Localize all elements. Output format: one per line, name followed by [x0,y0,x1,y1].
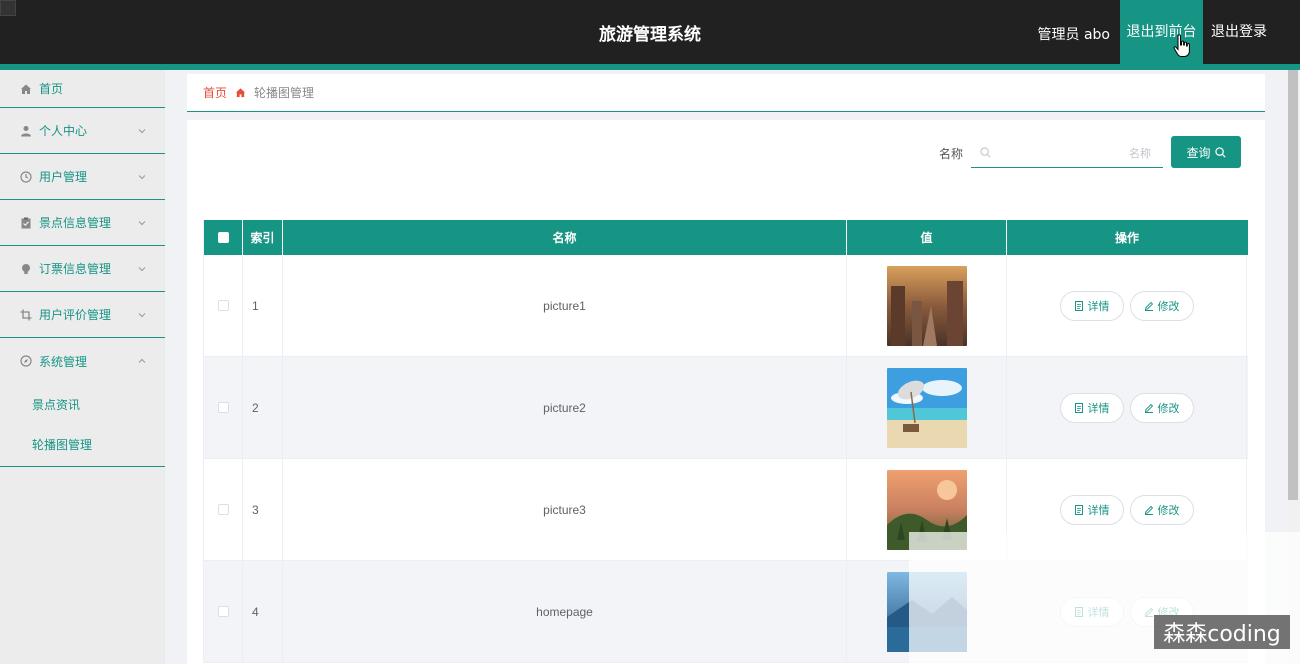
document-icon [1074,402,1083,413]
breadcrumb-home-link[interactable]: 首页 [203,84,227,101]
row-index: 4 [243,561,283,662]
edit-button-label: 修改 [1157,299,1180,313]
search-label: 名称 [939,147,964,161]
row-image-cell [847,255,1007,356]
row-select-cell [203,561,243,662]
detail-button[interactable]: 详情 [1059,290,1124,321]
sidebar-item-home[interactable]: 首页 [0,70,165,108]
header-index: 索引 [243,220,283,255]
row-name: picture1 [283,255,847,356]
row-checkbox[interactable] [217,606,229,617]
system-submenu: 景点资讯 轮播图管理 [0,384,165,467]
table-row: 2 picture2 详情 修改 [203,357,1248,459]
chevron-down-icon [138,266,146,271]
row-checkbox[interactable] [217,402,229,413]
sidebar-item-label: 景点信息管理 [39,216,112,230]
crop-icon [20,309,32,321]
chevron-down-icon [138,174,146,179]
sidebar-item-personal-center[interactable]: 个人中心 [0,108,165,154]
row-index: 3 [243,459,283,560]
document-icon [1074,504,1083,515]
chevron-down-icon [138,312,146,317]
logout-button[interactable]: 退出登录 [1203,0,1275,64]
row-select-cell [203,255,243,356]
breadcrumb: 首页 轮播图管理 [187,74,1265,112]
user-icon [20,125,32,137]
table-row: 1 picture1 详情 修改 [203,255,1248,357]
chevron-down-icon [138,220,146,225]
edit-button[interactable]: 修改 [1129,392,1194,423]
edit-button[interactable]: 修改 [1129,290,1194,321]
search-icon [980,147,991,158]
detail-button-label: 详情 [1087,299,1110,313]
edit-button-label: 修改 [1157,401,1180,415]
row-actions: 详情 修改 [1007,357,1247,458]
bulb-icon [20,263,32,275]
row-index: 2 [243,357,283,458]
header-value: 值 [847,220,1007,255]
select-all-cell [203,220,243,255]
table-header: 索引 名称 值 操作 [203,220,1248,255]
home-icon [20,83,32,95]
header-accent-bar [0,64,1300,70]
compass-icon [20,355,32,367]
detail-button-label: 详情 [1087,503,1110,517]
submenu-item-carousel-management[interactable]: 轮播图管理 [0,424,165,464]
row-name: picture2 [283,357,847,458]
header-actions: 操作 [1114,231,1139,245]
sidebar-item-user-management[interactable]: 用户管理 [0,154,165,200]
search-placeholder: 名称 [1129,146,1151,160]
row-image-cell [847,357,1007,458]
beach-photo-thumbnail [886,367,967,448]
edit-icon [1144,505,1153,515]
admin-user-label: 管理员 abo [1037,27,1110,43]
row-select-cell [203,459,243,560]
sidebar-item-system-management[interactable]: 系统管理 [0,338,165,384]
row-select-cell [203,357,243,458]
sidebar-item-label: 订票信息管理 [39,262,112,276]
detail-button[interactable]: 详情 [1059,494,1124,525]
edit-button-label: 修改 [1157,503,1180,517]
search-icon [1214,146,1226,158]
sidebar: 首页 个人中心 用户管理 景点信息管理 订票信息管理 用户评价管理 系统管理 景… [0,70,165,664]
street-photo-thumbnail [886,265,967,346]
search-input[interactable]: 名称 [971,138,1163,168]
scrollbar-thumb[interactable] [1288,70,1298,500]
breadcrumb-current: 轮播图管理 [254,86,315,100]
sidebar-item-label: 首页 [39,82,64,96]
search-button-label: 查询 [1186,145,1211,160]
sidebar-item-label: 个人中心 [39,124,88,138]
row-actions: 详情 修改 [1007,255,1247,356]
detail-button[interactable]: 详情 [1059,392,1124,423]
sidebar-item-label: 用户评价管理 [39,308,112,322]
edit-button[interactable]: 修改 [1129,494,1194,525]
row-checkbox[interactable] [217,504,229,515]
sidebar-item-booking-management[interactable]: 订票信息管理 [0,246,165,292]
header-name: 名称 [283,220,847,255]
row-name: picture3 [283,459,847,560]
sidebar-item-label: 用户管理 [39,170,88,184]
document-icon [1074,300,1083,311]
detail-button-label: 详情 [1087,401,1110,415]
hand-cursor-icon [1173,34,1190,57]
clipboard-icon [20,217,32,229]
row-checkbox[interactable] [217,300,229,311]
edit-icon [1144,403,1153,413]
clock-icon [20,170,32,183]
home-icon [235,87,246,98]
select-all-checkbox[interactable] [217,232,229,243]
row-index: 1 [243,255,283,356]
watermark: 森森coding [1154,615,1290,649]
window-corner-icon [0,0,16,16]
sidebar-item-attraction-management[interactable]: 景点信息管理 [0,200,165,246]
search-button[interactable]: 查询 [1171,136,1241,168]
chevron-up-icon [138,358,146,363]
edit-icon [1144,301,1153,311]
top-header: 旅游管理系统 管理员 abo 退出到前台 退出登录 [0,0,1300,64]
sidebar-item-label: 系统管理 [39,354,88,369]
submenu-item-attraction-news[interactable]: 景点资讯 [0,384,165,424]
sidebar-item-review-management[interactable]: 用户评价管理 [0,292,165,338]
chevron-down-icon [138,128,146,133]
row-name: homepage [283,561,847,662]
